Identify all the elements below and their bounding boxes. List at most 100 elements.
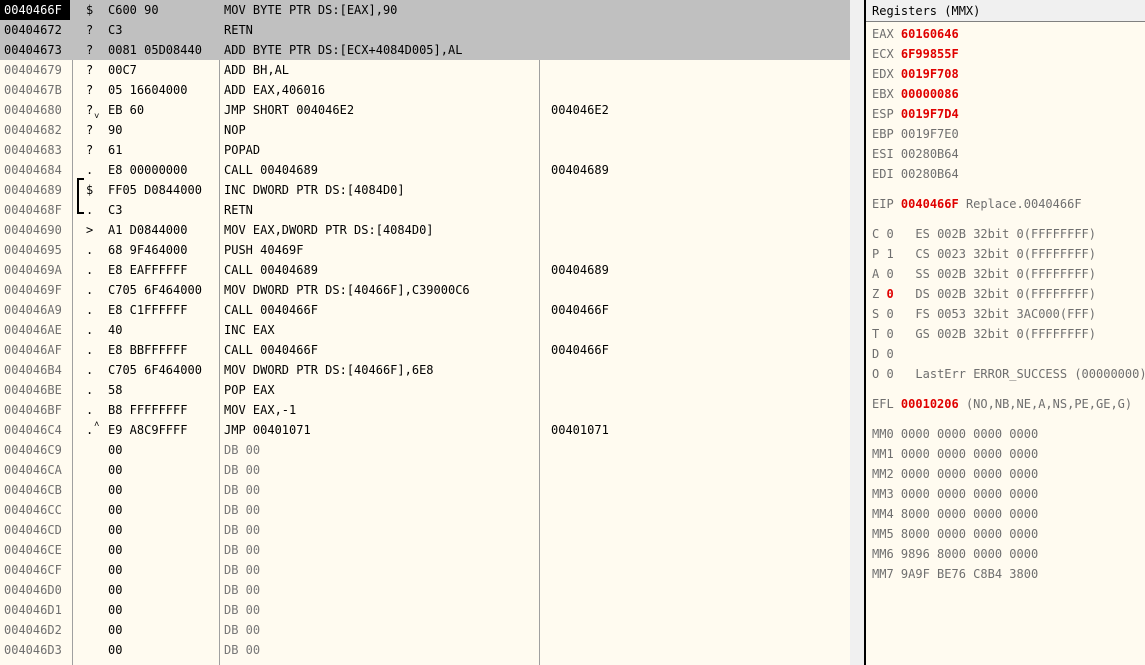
comment-cell: 0040466F (551, 343, 609, 357)
disasm-row[interactable]: 00404689 $ FF05 D0844000 INC DWORD PTR DS:[… (0, 180, 850, 200)
instruction-cell: CALL 0040466F (224, 343, 318, 357)
efl-line[interactable]: EFL 00010206 (NO,NB,NE,A,NS,PE,GE,G) (872, 394, 1132, 414)
register-line[interactable]: ESP 0019F7D4 (872, 104, 959, 124)
comment-cell (551, 600, 841, 620)
disasm-row[interactable]: 004046CE 00 DB 00 (0, 540, 850, 560)
disasm-row[interactable]: 00404690 > A1 D0844000 MOV EAX,DWORD PTR DS… (0, 220, 850, 240)
register-name: EDX (872, 67, 894, 81)
marker-cell: ? (86, 123, 94, 137)
disasm-row[interactable]: 004046BF. B8 FFFFFFFF MOV EAX,-1 (0, 400, 850, 420)
disasm-row[interactable]: 0040467B? 05 16604000 ADD EAX,406016 (0, 80, 850, 100)
hex-bytes-cell: C3 (108, 203, 123, 217)
mmx-line[interactable]: MM7 9A9F BE76 C8B4 3800 (872, 564, 1038, 584)
disasm-row[interactable]: 00404682? 90 NOP (0, 120, 850, 140)
hex-bytes-cell: C705 6F464000 (108, 363, 202, 377)
address-cell: 0040468F (4, 203, 62, 217)
instruction-cell: NOP (224, 123, 246, 137)
pane-splitter[interactable] (850, 0, 866, 665)
address-cell: 004046BE (4, 383, 62, 397)
comment-cell (551, 0, 841, 20)
address-cell: 004046A9 (4, 303, 62, 317)
disasm-row[interactable]: 0040469F. C705 6F464000 MOV DWORD PTR DS:[… (0, 280, 850, 300)
register-detail: SS 002B 32bit 0(FFFFFFFF) (915, 267, 1097, 281)
disasm-row[interactable]: 004046B4. C705 6F464000 MOV DWORD PTR DS:[… (0, 360, 850, 380)
disasm-row[interactable]: 00404695. 68 9F464000 PUSH 40469F (0, 240, 850, 260)
register-detail: (NO,NB,NE,A,NS,PE,GE,G) (965, 397, 1133, 411)
disasm-row[interactable]: 004046CB 00 DB 00 (0, 480, 850, 500)
marker-cell (86, 620, 100, 640)
flag-line[interactable]: P 1 CS 0023 32bit 0(FFFFFFFF) (872, 244, 1096, 264)
disasm-row[interactable]: 004046CA 00 DB 00 (0, 460, 850, 480)
hex-bytes-cell: A1 D0844000 (108, 223, 188, 237)
flag-line[interactable]: A 0 SS 002B 32bit 0(FFFFFFFF) (872, 264, 1096, 284)
mmx-line[interactable]: MM3 0000 0000 0000 0000 (872, 484, 1038, 504)
disasm-row[interactable]: 004046C9 00 DB 00 (0, 440, 850, 460)
disasm-row[interactable]: 00404679? 00C7 ADD BH,AL (0, 60, 850, 80)
registers-title[interactable]: Registers (MMX) (866, 0, 1145, 22)
instruction-cell: RETN (224, 23, 253, 37)
mmx-line[interactable]: MM6 9896 8000 0000 0000 (872, 544, 1038, 564)
flag-line[interactable]: C 0 ES 002B 32bit 0(FFFFFFFF) (872, 224, 1096, 244)
jump-down-arrow-icon: ˅ (94, 112, 100, 122)
address-cell: 00404695 (4, 243, 62, 257)
mmx-line[interactable]: MM1 0000 0000 0000 0000 (872, 444, 1038, 464)
flag-line[interactable]: Z 0 DS 002B 32bit 0(FFFFFFFF) (872, 284, 1096, 304)
disasm-row[interactable]: 004046AF. E8 BBFFFFFF CALL 0040466F 0040466… (0, 340, 850, 360)
disasm-row[interactable]: 004046CD 00 DB 00 (0, 520, 850, 540)
jump-up-arrow-icon: ˄ (94, 420, 100, 430)
register-line[interactable]: EDI 00280B64 (872, 164, 959, 184)
instruction-cell: DB 00 (224, 503, 261, 517)
disasm-row[interactable]: 004046D3 00 DB 00 (0, 640, 850, 660)
register-line[interactable]: EAX 60160646 (872, 24, 959, 44)
flag-line[interactable]: O 0 LastErr ERROR_SUCCESS (00000000) (872, 364, 1145, 384)
disasm-row[interactable]: 00404680? EB 60 JMP SHORT 004046E2 004046E2 (0, 100, 850, 120)
disasm-row[interactable]: 004046BE. 58 POP EAX (0, 380, 850, 400)
marker-cell (86, 580, 100, 600)
mmx-line[interactable]: MM2 0000 0000 0000 0000 (872, 464, 1038, 484)
disasm-row[interactable]: 004046CC 00 DB 00 (0, 500, 850, 520)
mmx-line[interactable]: MM4 8000 0000 0000 0000 (872, 504, 1038, 524)
comment-cell (551, 580, 841, 600)
disasm-row[interactable]: 00404683? 61 POPAD (0, 140, 850, 160)
register-name: EDI (872, 167, 894, 181)
disasm-row[interactable]: 004046C4. E9 A8C9FFFF JMP 00401071 00401071 (0, 420, 850, 440)
register-line[interactable]: EBP 0019F7E0 (872, 124, 959, 144)
disasm-row[interactable]: 00404673? 0081 05D08440 ADD BYTE PTR DS:[E… (0, 40, 850, 60)
disasm-row[interactable]: 004046AE. 40 INC EAX (0, 320, 850, 340)
registers-pane[interactable]: Registers (MMX) EAX 60160646 ECX 6F99855F… (866, 0, 1145, 665)
hex-bytes-cell: 58 (108, 383, 123, 397)
disasm-row[interactable]: 004046D1 00 DB 00 (0, 600, 850, 620)
register-value: 8000 0000 0000 0000 (900, 527, 1039, 541)
flag-line[interactable]: T 0 GS 002B 32bit 0(FFFFFFFF) (872, 324, 1096, 344)
disasm-row[interactable]: 0040468F. C3 RETN (0, 200, 850, 220)
comment-cell (551, 540, 841, 560)
address-cell: 004046D3 (4, 643, 62, 657)
disasm-row[interactable]: 00404684. E8 00000000 CALL 00404689 0040468… (0, 160, 850, 180)
marker-cell: . (86, 163, 94, 177)
disasm-row[interactable]: 004046D2 00 DB 00 (0, 620, 850, 640)
register-name: MM7 (872, 567, 894, 581)
disassembly-pane[interactable]: 0040466F $ C600 90 MOV BYTE PTR DS:[EAX],90… (0, 0, 850, 665)
register-line[interactable]: EBX 00000086 (872, 84, 959, 104)
disasm-row[interactable]: 004046D0 00 DB 00 (0, 580, 850, 600)
register-value: 8000 0000 0000 0000 (900, 507, 1039, 521)
eip-line[interactable]: EIP 0040466F Replace.0040466F (872, 194, 1082, 214)
disasm-row[interactable]: 004046A9. E8 C1FFFFFF CALL 0040466F 0040466… (0, 300, 850, 320)
flag-line[interactable]: D 0 (872, 344, 894, 364)
address-cell: 004046CD (4, 523, 62, 537)
marker-cell (86, 600, 100, 620)
register-line[interactable]: EDX 0019F708 (872, 64, 959, 84)
register-line[interactable]: ESI 00280B64 (872, 144, 959, 164)
disasm-row[interactable]: 0040466F $ C600 90 MOV BYTE PTR DS:[EAX],90 (0, 0, 850, 20)
hex-bytes-cell: FF05 D0844000 (108, 183, 202, 197)
register-name: T (872, 327, 880, 341)
register-line[interactable]: ECX 6F99855F (872, 44, 959, 64)
mmx-line[interactable]: MM0 0000 0000 0000 0000 (872, 424, 1038, 444)
flag-line[interactable]: S 0 FS 0053 32bit 3AC000(FFF) (872, 304, 1096, 324)
procedure-bracket (77, 178, 84, 214)
instruction-cell: RETN (224, 203, 253, 217)
disasm-row[interactable]: 0040469A. E8 EAFFFFFF CALL 00404689 0040468… (0, 260, 850, 280)
disasm-row[interactable]: 004046CF 00 DB 00 (0, 560, 850, 580)
disasm-row[interactable]: 00404672? C3 RETN (0, 20, 850, 40)
mmx-line[interactable]: MM5 8000 0000 0000 0000 (872, 524, 1038, 544)
